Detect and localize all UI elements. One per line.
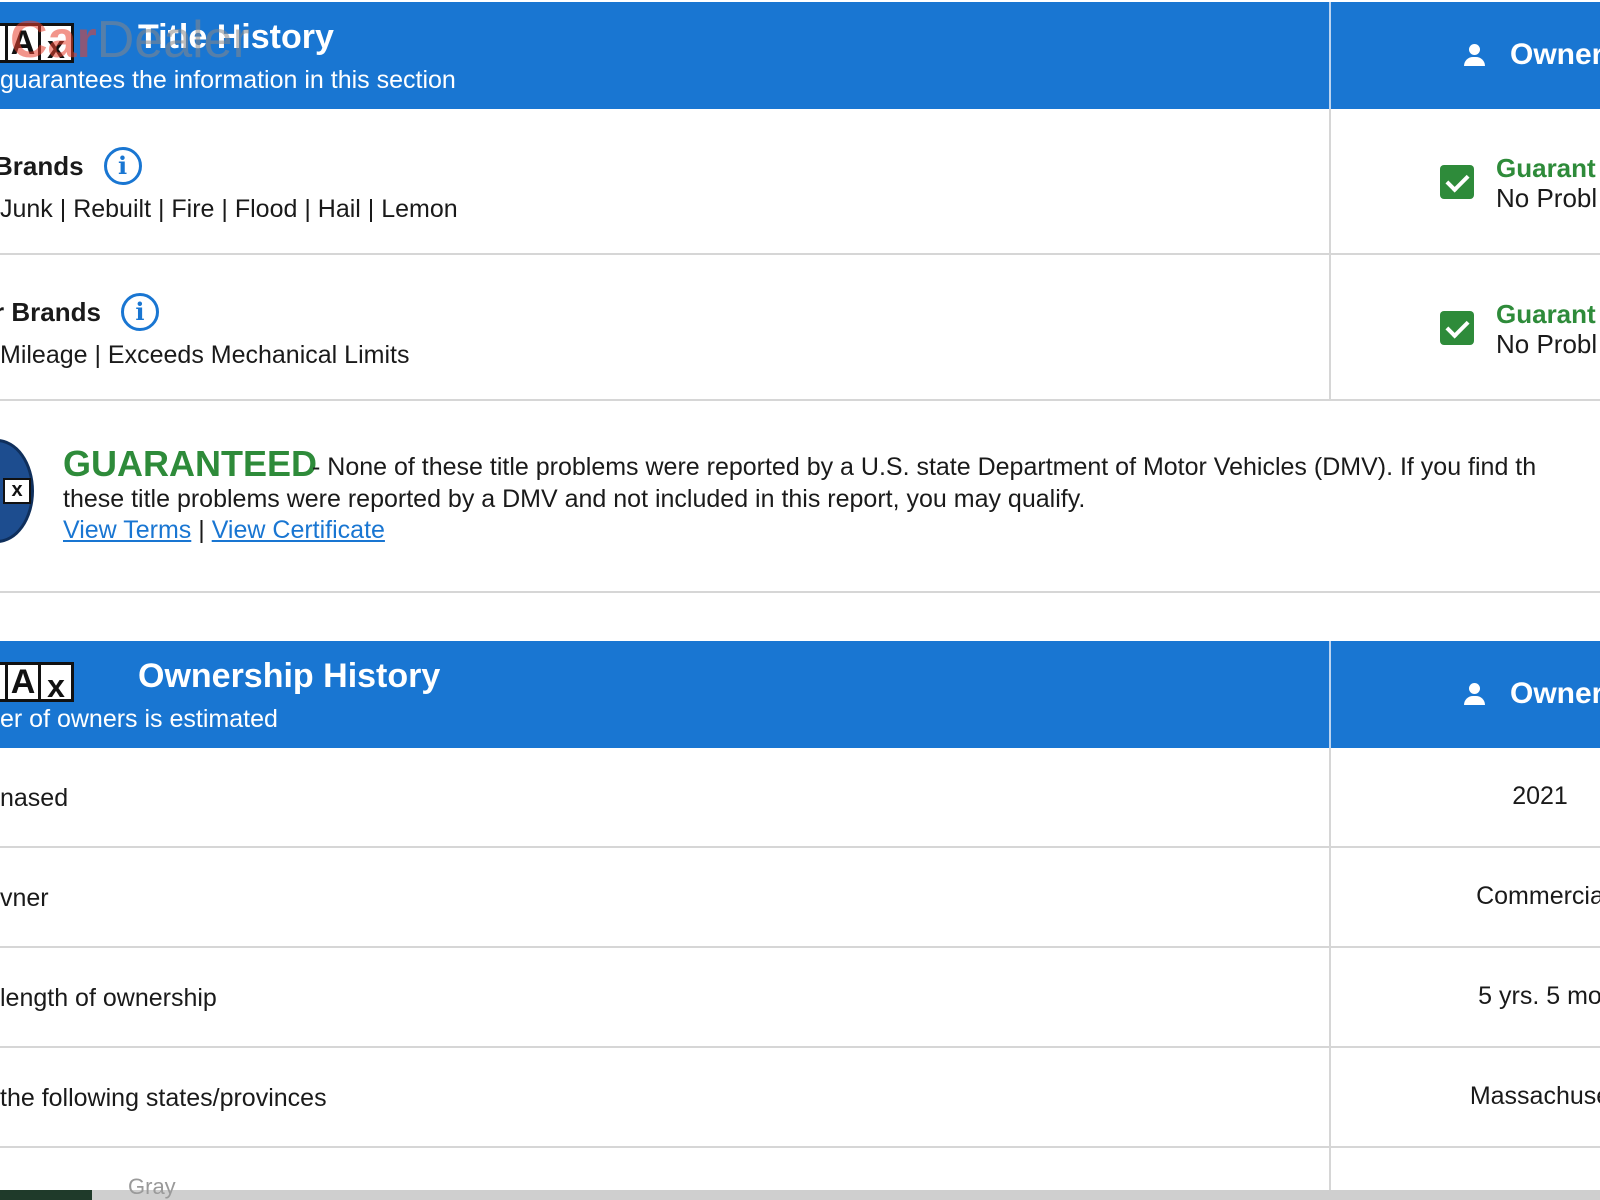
guarantee-block: x GUARANTEED - None of these title probl…: [0, 401, 1600, 593]
ownership-row-type-of-owner: vner Commercia: [0, 848, 1600, 948]
section-subtitle: guarantees the information in this secti…: [0, 66, 456, 94]
info-icon[interactable]: i: [103, 147, 142, 185]
guaranteed-label: Guarant: [1496, 153, 1596, 183]
owner-column-header: Owner: [1462, 38, 1600, 72]
ownership-row-value: 5 yrs. 5 mo: [1478, 982, 1600, 1010]
view-terms-link[interactable]: View Terms: [63, 516, 191, 544]
ownership-row-year-purchased: nased 2021: [0, 748, 1600, 848]
brand-row-title: Brands i: [0, 147, 142, 185]
seal-logo: x: [3, 478, 31, 504]
owner-column-label: Owner: [1510, 38, 1600, 71]
brand-row-title-text: Brands: [0, 150, 84, 181]
ownership-row-length: length of ownership 5 yrs. 5 mo: [0, 948, 1600, 1048]
brand-list: Junk | Rebuilt | Fire | Flood | Hail | L…: [0, 195, 458, 223]
brand-row-odometer: r Brands i Mileage | Exceeds Mechanical …: [0, 255, 1600, 401]
bottom-scroll-peek: Gray: [0, 1174, 1600, 1200]
check-icon: [1440, 311, 1474, 345]
ownership-history-header: F A x Ownership History er of owners is …: [0, 641, 1600, 748]
title-history-header: F A x Title History guarantees the infor…: [0, 2, 1600, 109]
ownership-row-label: vner: [0, 884, 49, 912]
column-divider: [1329, 255, 1331, 399]
ownership-row-value: Massachuse: [1469, 1082, 1600, 1110]
owner-column-header: Owner: [1462, 677, 1600, 711]
brand-row-title-text: r Brands: [0, 296, 101, 327]
section-title: Ownership History: [138, 657, 441, 695]
info-icon[interactable]: i: [120, 293, 159, 331]
brand-row-damage: Brands i Junk | Rebuilt | Fire | Flood |…: [0, 109, 1600, 255]
logo-letter: A: [5, 662, 41, 702]
column-divider: [1329, 109, 1331, 253]
guaranteed-heading: GUARANTEED: [63, 443, 318, 484]
section-subtitle: er of owners is estimated: [0, 705, 278, 733]
no-problem-label: No Probl: [1496, 183, 1598, 213]
logo-letter: x: [38, 23, 74, 64]
thumbnail-peek: [0, 1190, 92, 1200]
logo-letter: A: [5, 23, 41, 63]
ownership-row-states: the following states/provinces Massachus…: [0, 1048, 1600, 1148]
guaranteed-label: Guarant: [1496, 299, 1596, 329]
link-separator: |: [198, 516, 205, 544]
buyback-guarantee-seal: x: [0, 439, 34, 543]
ownership-row-label: length of ownership: [0, 984, 217, 1012]
owner-column-label: Owner: [1510, 677, 1600, 710]
view-certificate-link[interactable]: View Certificate: [212, 516, 385, 544]
no-problem-label: No Probl: [1496, 329, 1598, 359]
ownership-row-value: Commercia: [1476, 882, 1600, 910]
brand-list: Mileage | Exceeds Mechanical Limits: [0, 341, 410, 369]
header-divider: [1329, 641, 1331, 748]
carfax-logo: F A x: [0, 662, 74, 703]
check-icon: [1440, 165, 1474, 199]
ownership-row-label: the following states/provinces: [0, 1084, 327, 1112]
guarantee-links: View Terms | View Certificate: [63, 516, 385, 545]
peek-text: Gray: [128, 1174, 176, 1199]
section-title: Title History: [138, 18, 334, 56]
header-divider: [1329, 2, 1331, 109]
ownership-row-label: nased: [0, 784, 69, 812]
carfax-logo: F A x: [0, 23, 74, 64]
ownership-row-value: 2021: [1512, 782, 1568, 810]
logo-letter: x: [38, 662, 74, 703]
guarantee-text-line2: these title problems were reported by a …: [63, 485, 1086, 513]
person-icon: [1462, 42, 1488, 68]
brand-row-title: r Brands i: [0, 293, 159, 331]
guarantee-text-line1: - None of these title problems were repo…: [312, 453, 1537, 481]
person-icon: [1462, 681, 1488, 707]
